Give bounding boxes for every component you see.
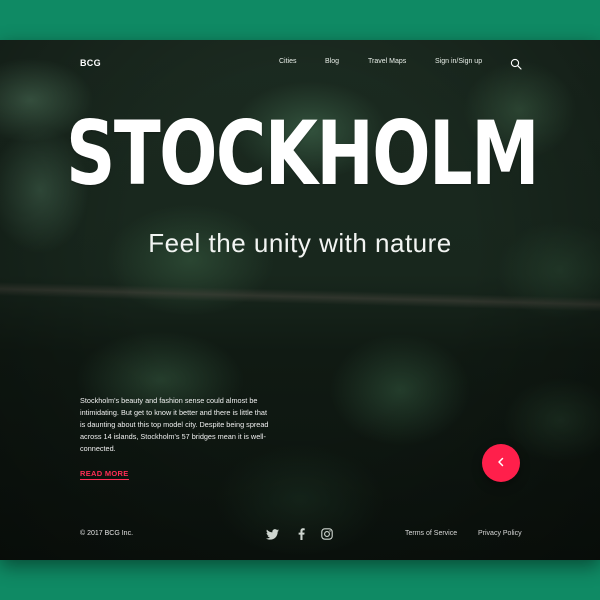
nav-link-travel-maps[interactable]: Travel Maps [368, 58, 406, 65]
chevron-left-icon [496, 454, 506, 472]
instagram-icon[interactable] [320, 527, 334, 541]
privacy-policy-link[interactable]: Privacy Policy [478, 530, 522, 537]
previous-slide-button[interactable] [482, 444, 520, 482]
twitter-icon[interactable] [265, 527, 279, 541]
hero-frame: BCG Cities Blog Travel Maps Sign in/Sign… [0, 40, 600, 560]
city-description: Stockholm's beauty and fashion sense cou… [80, 396, 269, 453]
read-more-link[interactable]: READ MORE [80, 469, 129, 480]
terms-of-service-link[interactable]: Terms of Service [405, 530, 457, 537]
nav-link-cities[interactable]: Cities [279, 58, 297, 65]
nav-link-sign-in[interactable]: Sign in/Sign up [435, 58, 482, 65]
search-icon[interactable] [510, 57, 522, 70]
logo[interactable]: BCG [80, 58, 101, 68]
nav-link-blog[interactable]: Blog [325, 58, 339, 65]
facebook-icon[interactable] [294, 527, 308, 541]
top-nav: BCG Cities Blog Travel Maps Sign in/Sign… [0, 58, 600, 72]
forest-road [0, 281, 600, 313]
copyright: © 2017 BCG Inc. [80, 530, 134, 537]
hero-title: STOCKHOLM [66, 102, 540, 205]
hero-subtitle: Feel the unity with nature [148, 228, 452, 258]
